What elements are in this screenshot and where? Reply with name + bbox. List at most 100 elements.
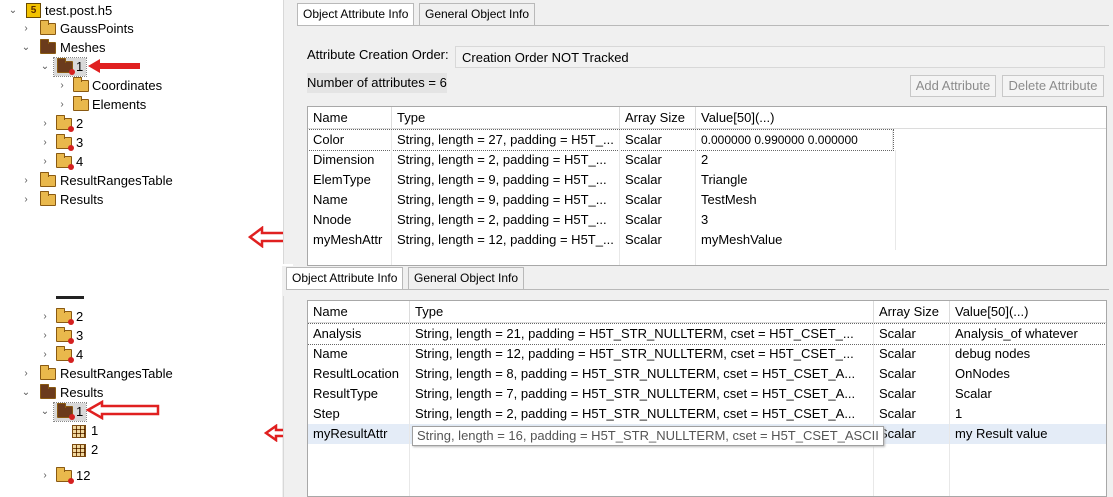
folder-attr-icon (56, 467, 74, 484)
expand-icon[interactable]: › (57, 96, 67, 114)
folder-attr-icon (56, 346, 74, 363)
tree-item-elements[interactable]: › Elements (0, 96, 260, 114)
tree-item-label: 4 (76, 347, 84, 362)
folder-attr-icon (56, 153, 74, 170)
folder-attr-icon (56, 134, 74, 151)
table-row[interactable]: myMeshAttr String, length = 12, padding … (308, 230, 1106, 250)
table-row[interactable]: Name String, length = 12, padding = H5T_… (308, 344, 1106, 364)
red-outline-arrow-icon (248, 226, 287, 248)
collapse-icon[interactable]: ⌄ (40, 403, 50, 421)
tree-item-label: Coordinates (92, 78, 163, 93)
expand-icon[interactable]: › (57, 77, 67, 95)
expand-icon[interactable]: › (21, 172, 31, 190)
red-arrow-icon (88, 59, 140, 73)
tree-item-resultrangestable[interactable]: › ResultRangesTable (0, 365, 260, 383)
column-header-value[interactable]: Value[50](...) (950, 301, 1106, 323)
tree-item-results[interactable]: › Results (0, 191, 260, 209)
tree-item-label: 12 (76, 468, 91, 483)
delete-attribute-button[interactable]: Delete Attribute (1002, 75, 1104, 97)
tree-item-mesh-4[interactable]: › 4 (0, 153, 260, 171)
column-header-type[interactable]: Type (410, 301, 874, 323)
expand-icon[interactable]: › (40, 308, 50, 326)
table-row[interactable]: Nnode String, length = 2, padding = H5T_… (308, 210, 1106, 230)
tree-item-label: 3 (76, 328, 84, 343)
tree-item-dataset-2[interactable]: 2 (0, 441, 260, 459)
column-header-array-size[interactable]: Array Size (620, 107, 696, 129)
collapse-icon[interactable]: ⌄ (21, 39, 31, 57)
table-row[interactable]: Dimension String, length = 2, padding = … (308, 150, 1106, 170)
tree-item-dataset-1[interactable]: 1 (0, 422, 260, 440)
type-tooltip: String, length = 16, padding = H5T_STR_N… (412, 426, 884, 446)
tree-item-result-12[interactable]: › 12 (0, 467, 260, 485)
tree-item-mesh-2[interactable]: › 2 (0, 308, 260, 326)
folder-icon (40, 20, 56, 35)
folder-attr-icon (57, 403, 75, 420)
expand-icon[interactable]: › (21, 20, 31, 38)
tree-item-coordinates[interactable]: › Coordinates (0, 77, 260, 95)
tree-item-mesh-4[interactable]: › 4 (0, 346, 260, 364)
expand-icon[interactable]: › (40, 115, 50, 133)
folder-attr-icon (57, 58, 75, 75)
folder-icon (40, 191, 56, 206)
expand-icon[interactable]: › (40, 153, 50, 171)
folder-attr-icon (56, 327, 74, 344)
tree-item-gausspoints[interactable]: › GaussPoints (0, 20, 260, 38)
folder-open-icon (40, 39, 56, 54)
tree-root[interactable]: ⌄ 5 test.post.h5 (4, 2, 264, 20)
expand-icon[interactable]: › (40, 467, 50, 485)
tree-item-label: 2 (91, 442, 99, 457)
creation-order-field: Creation Order NOT Tracked (455, 46, 1105, 68)
expand-icon[interactable]: › (40, 346, 50, 364)
expand-icon[interactable]: › (21, 365, 31, 383)
column-header-array-size[interactable]: Array Size (874, 301, 950, 323)
tab-general-object-info[interactable]: General Object Info (419, 3, 536, 25)
table-row[interactable]: ResultLocation String, length = 8, paddi… (308, 364, 1106, 384)
table-row[interactable]: Analysis String, length = 21, padding = … (308, 323, 1106, 345)
folder-icon (73, 77, 89, 92)
column-header-name[interactable]: Name (308, 107, 392, 129)
attribute-panel-bottom: Object Attribute Info General Object Inf… (282, 266, 1113, 497)
table-row[interactable]: ElemType String, length = 9, padding = H… (308, 170, 1106, 190)
column-header-type[interactable]: Type (392, 107, 620, 129)
tree-root-label: test.post.h5 (45, 3, 113, 18)
folder-attr-icon (56, 115, 74, 132)
tab-object-attribute-info[interactable]: Object Attribute Info (286, 267, 404, 289)
tree-item-resultrangestable[interactable]: › ResultRangesTable (0, 172, 260, 190)
tree-item-mesh-2[interactable]: › 2 (0, 115, 260, 133)
table-row[interactable]: Step String, length = 2, padding = H5T_S… (308, 404, 1106, 424)
tree-item-label: 2 (76, 309, 84, 324)
folder-open-icon (40, 384, 56, 399)
attribute-panel-top: Object Attribute Info General Object Inf… (293, 0, 1113, 266)
column-header-value[interactable]: Value[50](...) (696, 107, 1106, 129)
tree-item-label: 1 (76, 59, 84, 74)
tree-bottom: › 2 › 3 › 4 › ResultRangesTable ⌄ Result… (0, 296, 293, 497)
tree-item-mesh-3[interactable]: › 3 (0, 327, 260, 345)
tab-object-attribute-info[interactable]: Object Attribute Info (297, 3, 415, 25)
collapse-icon[interactable]: ⌄ (21, 384, 31, 402)
tab-general-object-info[interactable]: General Object Info (408, 267, 525, 289)
expand-icon[interactable]: › (40, 327, 50, 345)
expand-icon[interactable]: › (40, 134, 50, 152)
splitter[interactable] (283, 296, 305, 497)
folder-icon (40, 172, 56, 187)
tree-item-mesh-3[interactable]: › 3 (0, 134, 260, 152)
collapse-icon[interactable]: ⌄ (8, 2, 18, 20)
folder-icon (40, 365, 56, 380)
splitter[interactable] (283, 0, 293, 264)
table-row[interactable]: Name String, length = 9, padding = H5T_.… (308, 190, 1106, 210)
tree-item-label: 1 (91, 423, 99, 438)
tree-item-label: 2 (76, 116, 84, 131)
tree-item-meshes[interactable]: ⌄ Meshes (0, 39, 260, 57)
add-attribute-button[interactable]: Add Attribute (910, 75, 996, 97)
column-header-name[interactable]: Name (308, 301, 410, 323)
folder-icon (73, 96, 89, 111)
expand-icon[interactable]: › (21, 191, 31, 209)
collapse-icon[interactable]: ⌄ (40, 58, 50, 76)
tree-item-label: Meshes (60, 40, 106, 55)
folder-attr-icon (56, 308, 74, 325)
attribute-table-top: Name Type Array Size Value[50](...) Colo… (307, 106, 1107, 266)
table-row[interactable]: ResultType String, length = 7, padding =… (308, 384, 1106, 404)
tree-item-label: Results (60, 192, 104, 207)
table-row[interactable]: Color String, length = 27, padding = H5T… (308, 129, 894, 151)
hdf5-file-icon: 5 (26, 3, 41, 18)
